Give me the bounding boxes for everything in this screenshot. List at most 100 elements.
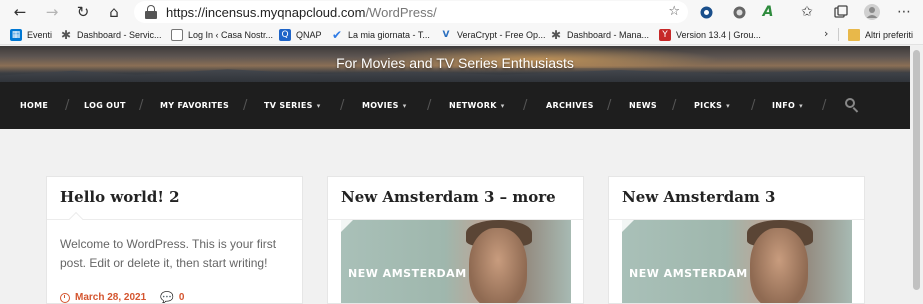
thumbnail-show-title: NEW AMSTERDAM xyxy=(629,267,748,280)
menu-item-picks[interactable]: PICKS ▾ xyxy=(694,82,730,129)
menu-separator: / xyxy=(751,98,756,113)
menu-label: TV SERIES xyxy=(264,101,313,110)
menu-label: HOME xyxy=(20,101,49,110)
bookmark-label: Eventi xyxy=(27,29,53,40)
url-host: https://incensus.myqnapcloud.com xyxy=(166,4,366,20)
extension-a-icon[interactable]: A xyxy=(760,4,776,20)
card-notch xyxy=(68,211,84,227)
post-date[interactable]: March 28, 2021 xyxy=(75,292,146,303)
menu-label: INFO xyxy=(772,101,796,110)
extension-shield-icon[interactable] xyxy=(698,4,714,20)
bookmark-version[interactable]: Y Version 13.4 | Grou... xyxy=(659,26,761,43)
bookmark-dashboard-services[interactable]: ✱ Dashboard - Servic... xyxy=(60,26,162,43)
menu-item-movies[interactable]: MOVIES ▾ xyxy=(362,82,407,129)
chevron-down-icon: ▾ xyxy=(799,101,803,110)
menu-separator: / xyxy=(243,98,248,113)
post-title[interactable]: New Amsterdam 3 – more xyxy=(341,188,556,206)
favorites-icon[interactable]: ✩ xyxy=(799,4,815,20)
comment-icon: 💬 xyxy=(160,291,174,304)
menu-separator: / xyxy=(340,98,345,113)
post-excerpt: Welcome to WordPress. This is your first… xyxy=(60,237,277,270)
menu-separator: / xyxy=(523,98,528,113)
version-icon: Y xyxy=(659,28,671,41)
browser-toolbar: ← → ↻ ⌂ https://incensus.myqnapcloud.com… xyxy=(0,0,923,24)
thumbnail-face xyxy=(469,228,527,303)
header-banner: For Movies and TV Series Enthusiasts xyxy=(0,46,910,82)
card-notch xyxy=(341,220,353,232)
menu-item-network[interactable]: NETWORK ▾ xyxy=(449,82,505,129)
veracrypt-icon: V xyxy=(442,29,450,40)
menu-label: NEWS xyxy=(629,101,657,110)
chevron-down-icon: ▾ xyxy=(316,101,321,110)
bookmarks-bar: ▦ Eventi ✱ Dashboard - Servic... Log In ‹ … xyxy=(0,24,923,45)
bookmark-log-in[interactable]: Log In ‹ Casa Nostr... xyxy=(171,26,273,43)
site-tagline: For Movies and TV Series Enthusiasts xyxy=(336,55,574,71)
bookmark-label: Version 13.4 | Grou... xyxy=(676,29,761,40)
page-scrollbar[interactable] xyxy=(910,46,923,304)
document-icon xyxy=(171,28,183,41)
bookmark-eventi[interactable]: ▦ Eventi xyxy=(10,26,52,43)
post-card: Hello world! 2 Welcome to WordPress. Thi… xyxy=(46,176,303,304)
menu-item-log-out[interactable]: LOG OUT xyxy=(84,82,126,129)
address-bar[interactable]: https://incensus.myqnapcloud.com/WordPre… xyxy=(134,1,688,23)
calendar-icon: ▦ xyxy=(10,28,22,41)
card-notch xyxy=(622,220,634,232)
scrollbar-thumb[interactable] xyxy=(913,50,920,290)
bookmark-veracrypt[interactable]: V VeraCrypt - Free Op... xyxy=(440,26,546,43)
menu-separator: / xyxy=(672,98,677,113)
bookmark-label: VeraCrypt - Free Op... xyxy=(457,29,546,40)
post-card: New Amsterdam 3 – more NEW AMSTERDAM xyxy=(327,176,584,304)
menu-item-my-favorites[interactable]: MY FAVORITES xyxy=(160,82,229,129)
asterisk-icon: ✱ xyxy=(60,27,72,42)
menu-label: MOVIES xyxy=(362,101,399,110)
bookmark-label: Dashboard - Mana... xyxy=(567,29,650,40)
post-title[interactable]: New Amsterdam 3 xyxy=(622,188,775,206)
post-thumbnail[interactable]: NEW AMSTERDAM xyxy=(622,220,852,303)
menu-separator: / xyxy=(607,98,612,113)
menu-label: PICKS xyxy=(694,101,723,110)
post-meta: March 28, 2021 💬 0 xyxy=(60,291,185,304)
qnap-icon: Q xyxy=(279,28,291,41)
back-icon[interactable]: ← xyxy=(5,0,35,24)
thumbnail-show-title: NEW AMSTERDAM xyxy=(348,267,467,280)
profile-avatar-icon[interactable] xyxy=(864,4,880,20)
home-icon[interactable]: ⌂ xyxy=(99,0,129,24)
url-text: https://incensus.myqnapcloud.com/WordPre… xyxy=(166,5,437,20)
search-icon[interactable] xyxy=(844,97,860,113)
menu-separator: / xyxy=(427,98,432,113)
menu-separator: / xyxy=(139,98,144,113)
menu-label: NETWORK xyxy=(449,101,497,110)
main-menu: HOME / LOG OUT / MY FAVORITES / TV SERIE… xyxy=(0,82,910,129)
menu-item-home[interactable]: HOME xyxy=(20,82,48,129)
chevron-down-icon: ▾ xyxy=(402,101,407,110)
bookmark-qnap[interactable]: Q QNAP xyxy=(279,26,322,43)
bookmark-label: QNAP xyxy=(296,29,322,40)
menu-label: LOG OUT xyxy=(84,101,126,110)
more-menu-icon[interactable]: ⋯ xyxy=(896,4,912,20)
bookmark-la-mia-giornata[interactable]: ✔ La mia giornata - T... xyxy=(331,26,430,43)
comment-count[interactable]: 0 xyxy=(179,292,185,303)
extension-circle-icon[interactable] xyxy=(731,4,747,20)
bookmark-label: Log In ‹ Casa Nostr... xyxy=(188,29,274,40)
lock-icon[interactable] xyxy=(144,5,158,19)
thumbnail-face xyxy=(750,228,808,303)
bookmarks-overflow-chevron-icon[interactable]: › xyxy=(824,27,828,40)
post-title[interactable]: Hello world! 2 xyxy=(60,188,180,206)
post-thumbnail[interactable]: NEW AMSTERDAM xyxy=(341,220,571,303)
menu-separator: / xyxy=(822,98,827,113)
add-favorite-icon[interactable]: ☆ xyxy=(668,4,680,19)
menu-separator: / xyxy=(65,98,70,113)
chevron-down-icon: ▾ xyxy=(726,101,730,110)
asterisk-icon: ✱ xyxy=(550,27,562,42)
menu-item-archives[interactable]: ARCHIVES xyxy=(546,82,594,129)
reload-icon[interactable]: ↻ xyxy=(68,0,98,24)
menu-item-info[interactable]: INFO ▾ xyxy=(772,82,803,129)
bookmark-dashboard-management[interactable]: ✱ Dashboard - Mana... xyxy=(550,26,649,43)
menu-item-tv-series[interactable]: TV SERIES ▾ xyxy=(264,82,321,129)
collections-icon[interactable] xyxy=(833,4,849,20)
card-divider xyxy=(47,219,302,220)
bookmark-other-favorites[interactable]: Altri preferiti xyxy=(848,26,913,43)
forward-icon[interactable]: → xyxy=(37,0,67,24)
bookmark-label: Altri preferiti xyxy=(865,29,914,40)
menu-item-news[interactable]: NEWS xyxy=(629,82,657,129)
